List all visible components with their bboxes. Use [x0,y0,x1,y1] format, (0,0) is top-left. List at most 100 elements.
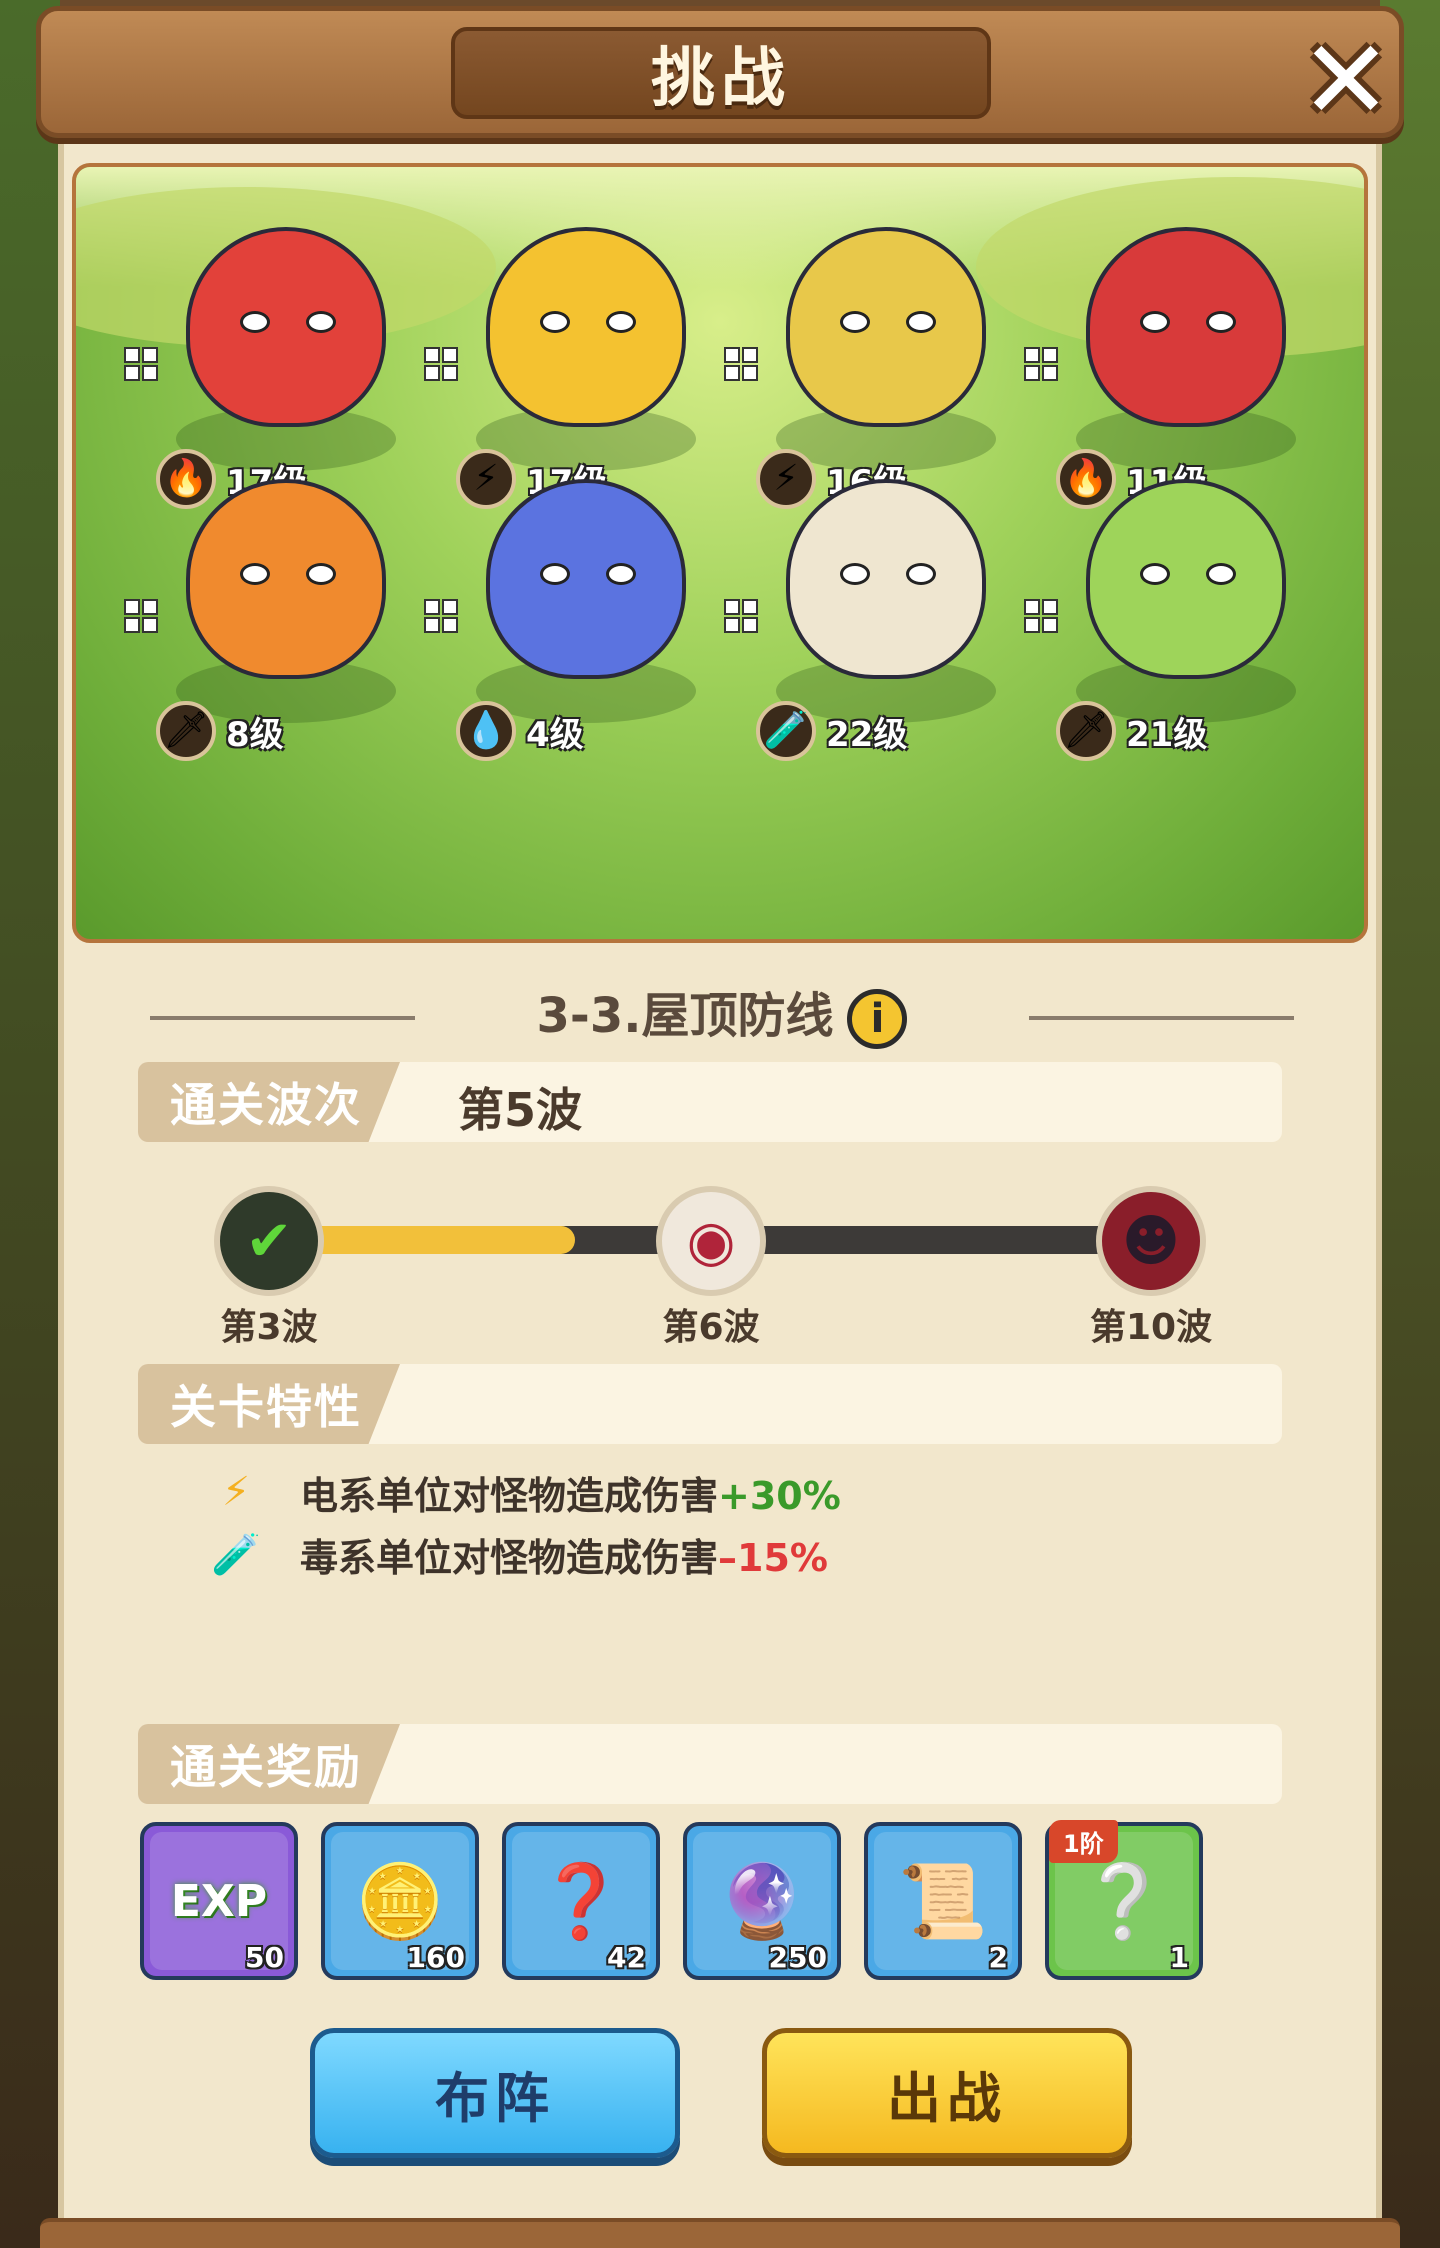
unit-eye [540,563,570,585]
unit-sprite [486,479,686,679]
wave-node-3: ✔ [214,1186,324,1296]
check-icon: ✔ [245,1208,293,1274]
background-right [1380,0,1440,2248]
enemy-unit-pirate-mushroom[interactable]: 🧪 22级 [716,439,1016,769]
trait-electric: ⚡ 电系单位对怪物造成伤害+30% [212,1462,841,1522]
trait-value-positive: +30% [718,1473,841,1518]
unit-eye [1206,311,1236,333]
close-button[interactable]: ✕ [1291,25,1401,135]
formation-grid-icon [424,347,464,387]
wave-node-10: ☻ [1096,1186,1206,1296]
clear-wave-value: 第5波 [458,1083,583,1137]
unit-eye [840,311,870,333]
unit-eye [906,563,936,585]
unit-sprite [186,227,386,427]
formation-grid-icon [424,599,464,639]
unit-eye [840,563,870,585]
unit-eye [906,311,936,333]
traits-label: 关卡特性 [138,1364,400,1444]
wave-label-10: 第10波 [1089,1307,1213,1348]
panel-header: 挑战 ✕ [36,6,1404,138]
potion-icon: 🧪 [211,1531,261,1578]
unit-level: 💧 4级 [456,701,584,761]
unit-level-text: 22级 [826,714,908,755]
formation-grid-icon [124,347,164,387]
boss-monster-icon: ☻ [1121,1208,1181,1274]
wave-progress-fill [300,1226,576,1254]
unit-eye [606,311,636,333]
stage-name: 3-3.屋顶防线 [536,988,834,1044]
reward-count: 42 [607,1941,646,1974]
enemy-preview-scene: 🔥17级⚡17级⚡16级🔥11级🗡8级💧4级🧪22级🗡21级 [72,163,1368,943]
rewards-bar: 通关奖励 [138,1724,1282,1804]
wave-label-6: 第6波 [662,1307,760,1348]
steel-element-icon: 🗡 [1056,701,1116,761]
unit-eye [240,563,270,585]
stage-title: 3-3.屋顶防线 i [150,976,1294,1049]
unit-eye [1140,563,1170,585]
unit-level: 🗡 8级 [156,701,284,761]
close-icon: ✕ [1299,16,1393,144]
enemy-unit-cabbage-sailor[interactable]: 🗡 21级 [1016,439,1316,769]
formation-grid-icon [1024,347,1064,387]
trait-value-negative: –15% [718,1535,828,1580]
reward-mystery-scroll[interactable]: 📜 2 [864,1822,1022,1980]
unit-sprite [186,479,386,679]
formation-grid-icon [724,347,764,387]
poison-element-icon: 🧪 [756,701,816,761]
water-element-icon: 💧 [456,701,516,761]
stage-title-row: 3-3.屋顶防线 i [150,976,1294,1056]
rewards-label: 通关奖励 [138,1724,400,1804]
eye-monster-icon: ◉ [686,1208,736,1274]
tier-badge: 1阶 [1049,1820,1118,1863]
unit-level-text: 8级 [226,714,284,755]
reward-count: 160 [406,1941,465,1974]
unit-sprite [486,227,686,427]
panel-footer [40,2218,1400,2248]
reward-count: 2 [988,1941,1008,1974]
unit-eye [306,311,336,333]
traits-bar: 关卡特性 [138,1364,1282,1444]
formation-grid-icon [724,599,764,639]
unit-sprite [786,479,986,679]
formation-grid-icon [1024,599,1064,639]
reward-mystery-gear[interactable]: ❔ 1 1阶 [1045,1820,1203,1980]
reward-flame-orb[interactable]: 🔮 250 [683,1822,841,1980]
trait-poison: 🧪 毒系单位对怪物造成伤害–15% [211,1524,828,1584]
unit-eye [1140,311,1170,333]
unit-level: 🗡 21级 [1056,701,1207,761]
info-icon[interactable]: i [847,989,908,1049]
unit-sprite [1086,479,1286,679]
unit-level-text: 21级 [1126,714,1208,755]
wave-label-3: 第3波 [220,1307,318,1348]
enemy-unit-blue-mage[interactable]: 💧 4级 [416,439,716,769]
unit-level: 🧪 22级 [756,701,907,761]
unit-level-text: 4级 [526,714,584,755]
background-left [0,0,60,2248]
lightning-icon: ⚡ [221,1469,251,1515]
reward-count: 250 [768,1941,827,1974]
battle-button[interactable]: 出战 [762,2028,1132,2158]
title-plate: 挑战 [451,27,991,119]
clear-wave-label: 通关波次 [138,1062,400,1142]
panel-title: 挑战 [651,42,791,116]
reward-count: 50 [245,1941,284,1974]
unit-eye [306,563,336,585]
unit-eye [606,563,636,585]
wave-node-6: ◉ [656,1186,766,1296]
steel-element-icon: 🗡 [156,701,216,761]
trait-text: 毒系单位对怪物造成伤害–15% [300,1535,828,1580]
unit-eye [540,311,570,333]
formation-button[interactable]: 布阵 [310,2028,680,2158]
unit-eye [1206,563,1236,585]
reward-coin[interactable]: 🪙 160 [321,1822,479,1980]
reward-count: 1 [1169,1941,1189,1974]
unit-sprite [786,227,986,427]
enemy-unit-carrot-wizard[interactable]: 🗡 8级 [116,439,416,769]
reward-exp[interactable]: EXP 50 [140,1822,298,1980]
unit-eye [240,311,270,333]
unit-sprite [1086,227,1286,427]
reward-mystery-seed[interactable]: ❓ 42 [502,1822,660,1980]
trait-text: 电系单位对怪物造成伤害+30% [300,1473,841,1518]
clear-wave-bar: 通关波次 第5波 [138,1062,1282,1142]
